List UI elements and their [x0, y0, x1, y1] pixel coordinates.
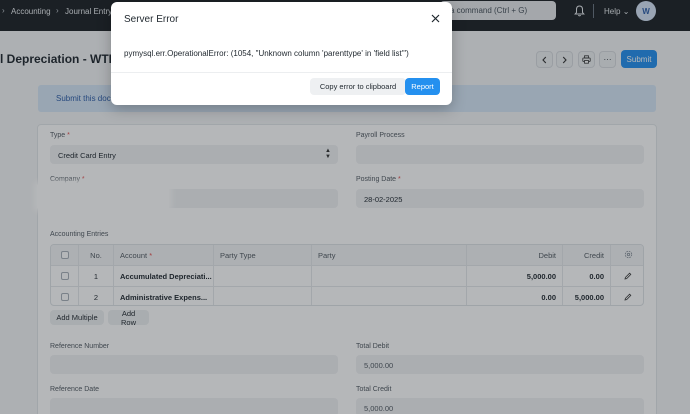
close-icon [431, 14, 439, 22]
copy-error-button[interactable]: Copy error to clipboard [310, 78, 406, 95]
report-button[interactable]: Report [405, 78, 440, 95]
dialog-divider [111, 72, 452, 73]
dialog-title: Server Error [124, 14, 179, 25]
server-error-dialog: Server Error pymysql.err.OperationalErro… [111, 2, 452, 105]
close-button[interactable] [429, 12, 441, 24]
error-message: pymysql.err.OperationalError: (1054, "Un… [124, 49, 409, 58]
